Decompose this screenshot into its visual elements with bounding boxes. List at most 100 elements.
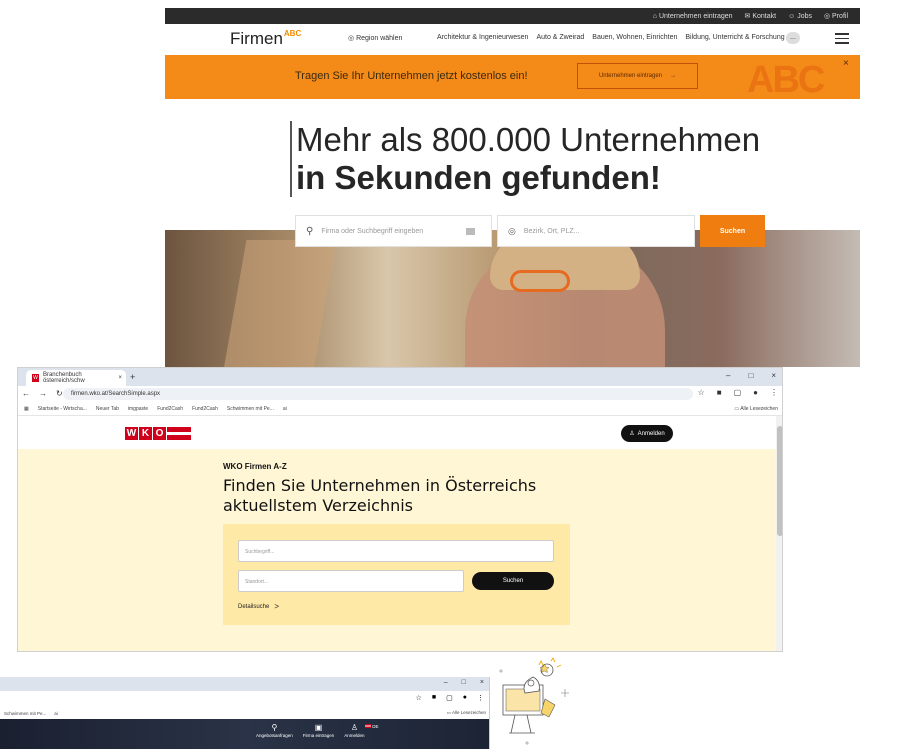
top-utility-bar: ⌂ Unternehmen eintragen ✉ Kontakt ☺ Jobs…: [165, 8, 860, 24]
region-selector[interactable]: ◎ Region wählen: [348, 34, 402, 42]
search-hero-section: WKO Firmen A-Z Finden Sie Unternehmen in…: [18, 449, 776, 651]
site-nav: ⚲ Angebotsanfragen ▣ Firma eintragen ♙ A…: [256, 723, 365, 738]
bookmark-item[interactable]: Startseite - Wirtscha...: [38, 406, 87, 412]
firmenabc-logo[interactable]: FirmenABC: [230, 29, 301, 49]
back-icon[interactable]: ←: [22, 389, 30, 398]
bookmark-star-icon[interactable]: ☆: [416, 694, 422, 702]
more-categories-button[interactable]: ...: [786, 32, 800, 44]
hamburger-menu-icon[interactable]: [835, 33, 849, 47]
page-scrollbar[interactable]: [776, 416, 782, 651]
filter-icon[interactable]: [466, 228, 475, 235]
apps-grid-icon[interactable]: ▦: [24, 406, 29, 412]
split-view-icon[interactable]: ▢: [734, 388, 742, 397]
search-button[interactable]: Suchen: [472, 572, 554, 590]
search-button[interactable]: Suchen: [700, 215, 765, 247]
wko-site-header: W K O ♙ Anmelden: [18, 416, 776, 449]
new-tab-button[interactable]: +: [130, 372, 135, 382]
register-company-link[interactable]: ▣ Firma eintragen: [303, 723, 335, 738]
bookmark-item[interactable]: Fund2Cash: [157, 406, 183, 412]
reload-icon[interactable]: ↻: [56, 389, 63, 398]
close-icon[interactable]: ×: [843, 58, 849, 69]
address-bar-row: ← → ↻ firmen.wko.at/SearchSimple.aspx ☆ …: [18, 386, 782, 402]
hero-photo: [165, 230, 860, 367]
nav-category-building[interactable]: Bauen, Wohnen, Einrichten: [592, 34, 677, 41]
close-window-icon[interactable]: ×: [771, 371, 776, 380]
nav-category-education[interactable]: Bildung, Unterricht & Forschung: [685, 34, 784, 41]
quote-requests-link[interactable]: ⚲ Angebotsanfragen: [256, 723, 293, 738]
nav-category-architecture[interactable]: Architektur & Ingenieurwesen: [437, 34, 528, 41]
search-icon: ⚲: [271, 723, 278, 732]
chevron-right-icon: >: [274, 602, 280, 611]
url-input[interactable]: firmen.wko.at/SearchSimple.aspx: [63, 388, 693, 400]
language-selector[interactable]: DE: [365, 724, 379, 729]
wko-favicon-icon: W: [32, 374, 39, 382]
minimize-icon[interactable]: –: [444, 679, 448, 686]
bookmark-item[interactable]: Neuer Tab: [96, 406, 119, 412]
maximize-icon[interactable]: □: [462, 679, 466, 686]
wko-search-form: Suchbegriff... Standort... Suchen Detail…: [223, 524, 570, 625]
register-company-link[interactable]: ⌂ Unternehmen eintragen: [653, 13, 733, 20]
all-bookmarks-button[interactable]: ▭ Alle Lesezeichen: [447, 710, 486, 716]
location-pin-icon: ◎: [508, 225, 516, 236]
split-view-icon[interactable]: ▢: [446, 694, 453, 702]
browser-tab-bar: W Branchenbuch österreich/schw × + – □ ×: [18, 368, 782, 386]
nav-category-auto[interactable]: Auto & Zweirad: [536, 34, 584, 41]
contact-link[interactable]: ✉ Kontakt: [745, 12, 777, 20]
wko-logo[interactable]: W K O: [125, 427, 191, 440]
extension-icon[interactable]: ■: [717, 388, 722, 397]
search-term-input[interactable]: Suchbegriff...: [238, 540, 554, 562]
advanced-search-link[interactable]: Detailsuche >: [238, 602, 279, 611]
forward-icon[interactable]: →: [39, 389, 47, 398]
profile-avatar-icon[interactable]: ●: [753, 388, 758, 397]
location-pin-icon: ◎: [348, 35, 355, 42]
close-window-icon[interactable]: ×: [480, 679, 484, 686]
bookmark-item[interactable]: Schwimmen mit Pe...: [4, 711, 46, 716]
wko-browser-window: W Branchenbuch österreich/schw × + – □ ×…: [17, 367, 783, 652]
profile-link[interactable]: ◎ Profil: [824, 12, 848, 20]
minimize-icon[interactable]: –: [726, 371, 730, 380]
bookmark-item[interactable]: imgpaste: [128, 406, 148, 412]
company-search-input[interactable]: ⚲ Firma oder Suchbegriff eingeben: [295, 215, 492, 247]
window-controls: – □ ×: [444, 679, 484, 686]
browser-tab-bar: – □ ×: [0, 677, 489, 691]
maximize-icon[interactable]: □: [748, 371, 753, 380]
bookmarks-bar: Schwimmen mit Pe... ai ▭ Alle Lesezeiche…: [0, 707, 489, 719]
banner-text: Tragen Sie Ihr Unternehmen jetzt kostenl…: [295, 70, 528, 82]
bookmarks-bar: ▦ Startseite - Wirtscha... Neuer Tab img…: [18, 402, 782, 416]
bookmark-item[interactable]: ai: [54, 711, 58, 716]
bottom-browser-window: – □ × ☆ ■ ▢ ● ⋮ Schwimmen mit Pe... ai ▭…: [0, 677, 490, 749]
all-bookmarks-button[interactable]: ▭ Alle Lesezeichen: [734, 406, 778, 412]
review-illustration-icon: [499, 657, 569, 745]
kebab-menu-icon[interactable]: ⋮: [477, 694, 484, 702]
jobs-link[interactable]: ☺ Jobs: [788, 13, 812, 20]
browser-tab[interactable]: W Branchenbuch österreich/schw ×: [26, 370, 126, 386]
login-link[interactable]: ♙ Anmelden: [344, 723, 364, 738]
login-button[interactable]: ♙ Anmelden: [621, 425, 673, 442]
section-kicker: WKO Firmen A-Z: [223, 462, 287, 471]
address-bar-row: ☆ ■ ▢ ● ⋮: [0, 691, 489, 707]
user-icon: ♙: [350, 723, 359, 732]
building-icon: ▣: [314, 723, 323, 732]
bookmark-star-icon[interactable]: ☆: [698, 388, 705, 397]
page-title: Finden Sie Unternehmen in Österreichs ak…: [223, 476, 537, 515]
hero-title: Mehr als 800.000 Unternehmen in Sekunden…: [290, 121, 760, 197]
window-controls: – □ ×: [726, 371, 776, 380]
extension-icon[interactable]: ■: [432, 694, 436, 702]
flag-icon: [365, 724, 371, 728]
arrow-right-icon: →: [670, 73, 677, 79]
hero-search-form: ⚲ Firma oder Suchbegriff eingeben ◎ Bezi…: [295, 215, 765, 247]
location-search-input[interactable]: ◎ Bezirk, Ort, PLZ...: [497, 215, 695, 247]
category-nav: Architektur & Ingenieurwesen Auto & Zwei…: [437, 34, 785, 41]
close-tab-icon[interactable]: ×: [118, 375, 122, 381]
bookmark-item[interactable]: Fund2Cash: [192, 406, 218, 412]
abc-decoration: ABC: [747, 59, 825, 101]
bookmark-item[interactable]: ai: [283, 406, 287, 412]
firmenabc-screenshot: ⌂ Unternehmen eintragen ✉ Kontakt ☺ Jobs…: [165, 0, 860, 367]
banner-register-button[interactable]: Unternehmen eintragen →: [577, 63, 698, 89]
location-input[interactable]: Standort...: [238, 570, 464, 592]
bookmark-item[interactable]: Schwimmen mit Pe...: [227, 406, 274, 412]
main-nav: FirmenABC ◎ Region wählen Architektur & …: [165, 24, 860, 54]
promo-banner: Tragen Sie Ihr Unternehmen jetzt kostenl…: [165, 55, 860, 101]
profile-avatar-icon[interactable]: ●: [463, 694, 467, 702]
kebab-menu-icon[interactable]: ⋮: [770, 388, 778, 397]
